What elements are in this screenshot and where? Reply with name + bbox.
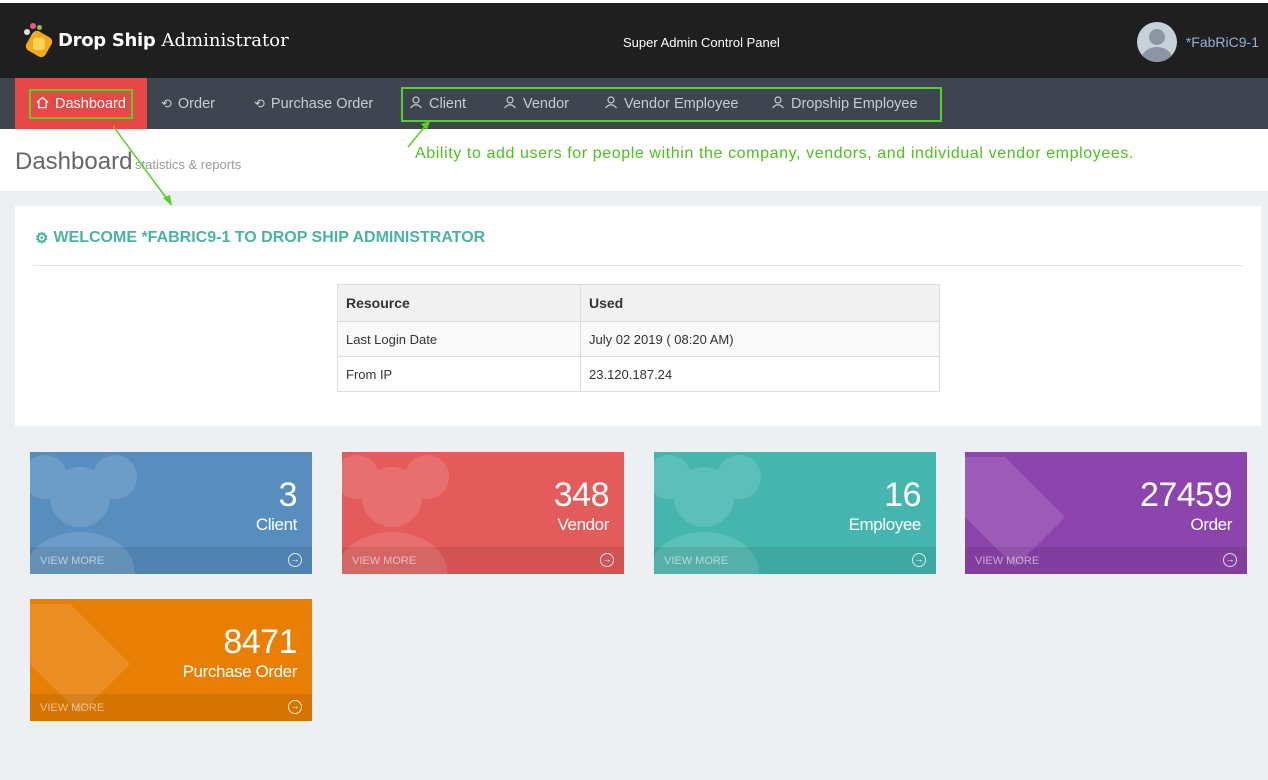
view-more-link[interactable]: VIEW MORE [975, 555, 1039, 567]
purchase-order-stat-tile[interactable]: 8471 Purchase Order VIEW MORE → [30, 599, 312, 721]
stat-label: Purchase Order [182, 662, 298, 681]
table-cell: From IP [337, 356, 581, 392]
table-row: From IP 23.120.187.24 [337, 356, 940, 392]
login-info-table: Resource Used Last Login Date July 02 20… [337, 284, 940, 392]
tile-footer[interactable]: VIEW MORE → [654, 547, 936, 574]
stat-value: 3 [278, 476, 298, 514]
tile-footer[interactable]: VIEW MORE → [342, 547, 624, 574]
stat-label: Order [1190, 515, 1233, 534]
arrow-right-circle-icon[interactable]: → [1223, 553, 1237, 567]
tile-footer[interactable]: VIEW MORE → [30, 694, 312, 721]
arrow-right-circle-icon[interactable]: → [912, 553, 926, 567]
divider [33, 265, 1243, 266]
table-header-row: Resource Used [337, 284, 940, 322]
view-more-link[interactable]: VIEW MORE [40, 555, 104, 567]
column-header: Resource [337, 284, 581, 322]
welcome-panel: ⚙ WELCOME *FABRIC9-1 TO DROP SHIP ADMINI… [15, 206, 1261, 426]
stat-value: 16 [884, 476, 921, 514]
stat-label: Employee [848, 515, 922, 534]
table-cell: July 02 2019 ( 08:20 AM) [580, 321, 940, 357]
table-cell: Last Login Date [337, 321, 581, 357]
vendor-stat-tile[interactable]: 348 Vendor VIEW MORE → [342, 452, 624, 574]
column-header: Used [580, 284, 940, 322]
stat-value: 27459 [1139, 476, 1233, 514]
gears-icon: ⚙ [35, 230, 49, 247]
table-row: Last Login Date July 02 2019 ( 08:20 AM) [337, 321, 940, 357]
client-stat-tile[interactable]: 3 Client VIEW MORE → [30, 452, 312, 574]
view-more-link[interactable]: VIEW MORE [664, 555, 728, 567]
view-more-link[interactable]: VIEW MORE [352, 555, 416, 567]
tile-footer[interactable]: VIEW MORE → [965, 547, 1247, 574]
employee-stat-tile[interactable]: 16 Employee VIEW MORE → [654, 452, 936, 574]
stat-value: 8471 [223, 623, 297, 661]
arrow-right-circle-icon[interactable]: → [600, 553, 614, 567]
welcome-title: ⚙ WELCOME *FABRIC9-1 TO DROP SHIP ADMINI… [35, 229, 485, 247]
order-stat-tile[interactable]: 27459 Order VIEW MORE → [965, 452, 1247, 574]
arrow-right-circle-icon[interactable]: → [288, 553, 302, 567]
tile-footer[interactable]: VIEW MORE → [30, 547, 312, 574]
stat-label: Vendor [557, 515, 610, 534]
table-cell: 23.120.187.24 [580, 356, 940, 392]
stat-value: 348 [553, 476, 610, 514]
view-more-link[interactable]: VIEW MORE [40, 702, 104, 714]
stat-label: Client [255, 515, 297, 534]
welcome-title-text: WELCOME *FABRIC9-1 TO DROP SHIP ADMINIST… [53, 229, 486, 246]
arrow-right-circle-icon[interactable]: → [288, 700, 302, 714]
